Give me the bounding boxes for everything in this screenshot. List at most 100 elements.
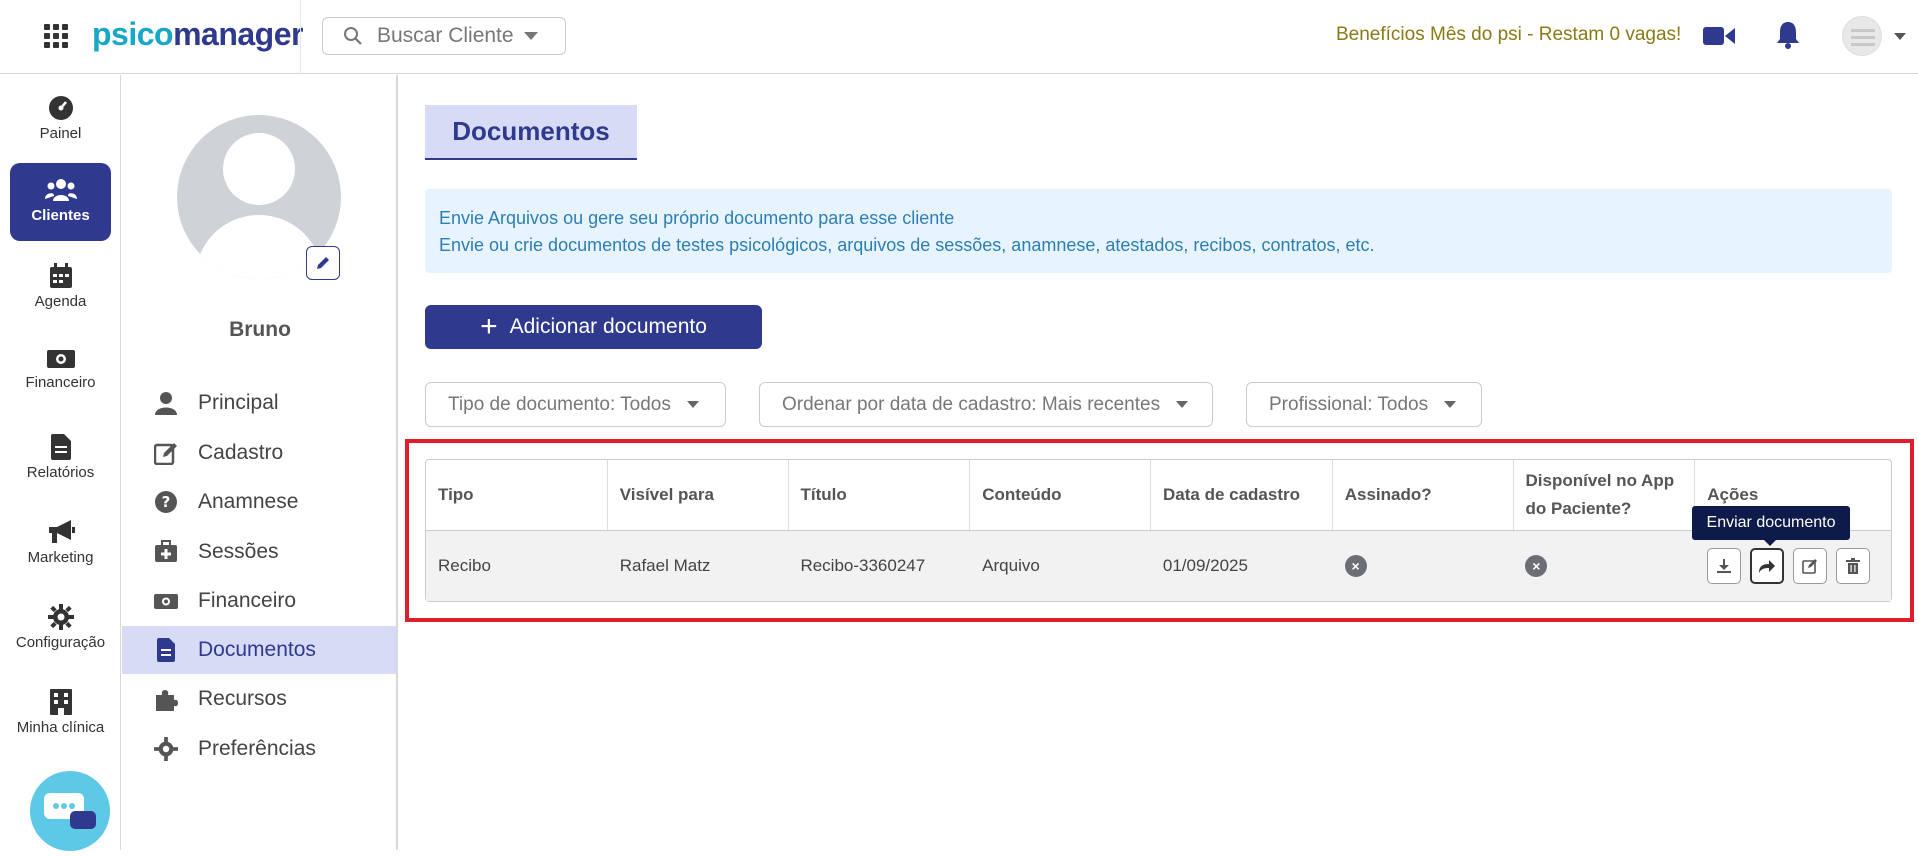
first-aid-icon bbox=[155, 540, 177, 562]
info-line: Envie ou crie documentos de testes psico… bbox=[439, 235, 1375, 255]
cell-visivel: Rafael Matz bbox=[619, 556, 711, 575]
cell-titulo: Recibo-3360247 bbox=[800, 556, 926, 575]
gear-icon bbox=[47, 604, 74, 630]
nav-item-painel[interactable]: Painel bbox=[10, 81, 111, 159]
pencil-icon bbox=[317, 257, 329, 269]
calendar-icon bbox=[49, 263, 72, 288]
download-icon bbox=[1717, 559, 1732, 573]
filter-professional[interactable]: Profissional: Todos bbox=[1246, 382, 1482, 427]
add-document-button[interactable]: + Adicionar documento bbox=[425, 305, 762, 349]
cell-acoes bbox=[1695, 531, 1891, 601]
client-menu-sessoes[interactable]: Sessões bbox=[122, 528, 396, 576]
delete-button[interactable] bbox=[1836, 548, 1871, 584]
nav-item-clientes[interactable]: Clientes bbox=[10, 163, 111, 241]
nav-item-relatorios[interactable]: Relatórios bbox=[10, 420, 111, 498]
cell-conteudo: Arquivo bbox=[982, 556, 1040, 575]
download-button[interactable] bbox=[1707, 548, 1741, 584]
column-header: Assinado? bbox=[1333, 460, 1514, 530]
client-menu-recursos[interactable]: Recursos bbox=[122, 675, 396, 723]
users-icon bbox=[44, 179, 77, 201]
nav-item-configuracao[interactable]: Configuração bbox=[10, 590, 111, 668]
column-header: Disponível no App do Paciente? bbox=[1514, 460, 1696, 530]
client-menu-label: Documentos bbox=[198, 638, 316, 661]
logo-part-1: psico bbox=[92, 16, 174, 52]
bell-icon[interactable] bbox=[1776, 20, 1800, 55]
client-menu-cadastro[interactable]: Cadastro bbox=[122, 429, 396, 477]
filter-document-type[interactable]: Tipo de documento: Todos bbox=[425, 382, 726, 427]
edit-button[interactable] bbox=[1793, 548, 1828, 584]
search-client-dropdown[interactable]: Buscar Cliente bbox=[322, 17, 566, 55]
documents-table: Tipo Visível para Título Conteúdo Data d… bbox=[425, 459, 1892, 602]
client-menu-anamnese[interactable]: ? Anamnese bbox=[122, 478, 396, 526]
nav-label: Painel bbox=[39, 125, 82, 142]
megaphone-icon bbox=[48, 520, 75, 543]
svg-text:?: ? bbox=[162, 493, 171, 511]
client-menu-label: Cadastro bbox=[198, 441, 284, 464]
chat-support-button[interactable] bbox=[30, 771, 110, 851]
client-sidebar: Bruno Principal Cadastro ? Anamnese Sess… bbox=[122, 75, 398, 850]
client-menu-label: Sessões bbox=[198, 540, 279, 563]
top-bar: psicomanager Buscar Cliente Benefícios M… bbox=[0, 0, 1918, 74]
plus-icon: + bbox=[480, 310, 498, 343]
search-icon bbox=[344, 27, 362, 45]
trash-icon bbox=[1846, 558, 1861, 574]
client-menu-preferencias[interactable]: Preferências bbox=[122, 725, 396, 773]
client-name: Bruno bbox=[229, 318, 291, 341]
divider bbox=[300, 0, 301, 74]
chevron-down-icon bbox=[523, 32, 538, 40]
nav-label: Minha clínica bbox=[16, 719, 105, 736]
puzzle-icon bbox=[156, 690, 178, 711]
cell-assinado: × bbox=[1333, 531, 1514, 601]
nav-item-marketing[interactable]: Marketing bbox=[10, 505, 111, 583]
client-menu-label: Principal bbox=[198, 391, 279, 414]
nav-item-financeiro[interactable]: Financeiro bbox=[10, 334, 111, 412]
nav-label: Agenda bbox=[34, 293, 87, 310]
filter-sort-order[interactable]: Ordenar por data de cadastro: Mais recen… bbox=[759, 382, 1213, 427]
filter-label: Profissional: Todos bbox=[1269, 393, 1429, 415]
client-menu-documentos[interactable]: Documentos bbox=[122, 626, 396, 674]
page-title: Documentos bbox=[425, 105, 637, 160]
main-sidebar: Painel Clientes Agenda Financeiro Relató… bbox=[0, 75, 121, 851]
info-line: Envie Arquivos ou gere seu próprio docum… bbox=[439, 208, 955, 228]
promo-link[interactable]: Benefícios Mês do psi - Restam 0 vagas! bbox=[1336, 24, 1681, 46]
video-camera-icon[interactable] bbox=[1703, 25, 1735, 52]
send-document-button[interactable] bbox=[1750, 548, 1785, 584]
nav-item-minha-clinica[interactable]: Minha clínica bbox=[10, 675, 111, 753]
money-icon bbox=[154, 594, 178, 609]
nav-label: Clientes bbox=[31, 207, 90, 224]
gear-icon bbox=[154, 737, 178, 761]
chevron-down-icon[interactable] bbox=[1894, 33, 1906, 40]
column-header: Conteúdo bbox=[970, 460, 1151, 530]
document-icon bbox=[157, 638, 175, 662]
nav-label: Marketing bbox=[27, 549, 94, 566]
logo[interactable]: psicomanager bbox=[92, 16, 303, 53]
add-document-label: Adicionar documento bbox=[509, 315, 707, 338]
user-avatar[interactable] bbox=[1842, 16, 1882, 56]
share-arrow-icon bbox=[1759, 560, 1776, 573]
chevron-down-icon bbox=[686, 401, 699, 408]
edit-icon bbox=[1802, 559, 1818, 574]
filter-label: Tipo de documento: Todos bbox=[448, 393, 671, 415]
question-icon: ? bbox=[155, 491, 177, 513]
client-menu-label: Preferências bbox=[198, 737, 316, 760]
nav-item-agenda[interactable]: Agenda bbox=[10, 249, 111, 327]
client-menu-financeiro[interactable]: Financeiro bbox=[122, 577, 396, 625]
edit-avatar-button[interactable] bbox=[306, 246, 340, 280]
table-row[interactable]: Recibo Rafael Matz Recibo-3360247 Arquiv… bbox=[426, 531, 1891, 601]
client-menu-label: Financeiro bbox=[198, 589, 297, 612]
client-menu-principal[interactable]: Principal bbox=[122, 379, 396, 427]
user-icon bbox=[155, 392, 177, 415]
client-menu-label: Recursos bbox=[198, 687, 287, 710]
cell-tipo: Recibo bbox=[438, 556, 491, 575]
cell-data: 01/09/2025 bbox=[1162, 556, 1248, 575]
nav-label: Relatórios bbox=[26, 464, 95, 481]
column-header: Título bbox=[789, 460, 971, 530]
search-placeholder: Buscar Cliente bbox=[377, 24, 514, 47]
client-menu-label: Anamnese bbox=[198, 490, 299, 513]
table-header: Tipo Visível para Título Conteúdo Data d… bbox=[426, 460, 1891, 531]
apps-grid-icon[interactable] bbox=[44, 24, 68, 48]
logo-part-2: manager bbox=[173, 16, 303, 52]
x-circle-icon: × bbox=[1525, 555, 1548, 577]
dashboard-icon bbox=[48, 96, 73, 120]
tooltip: Enviar documento bbox=[1692, 506, 1850, 546]
